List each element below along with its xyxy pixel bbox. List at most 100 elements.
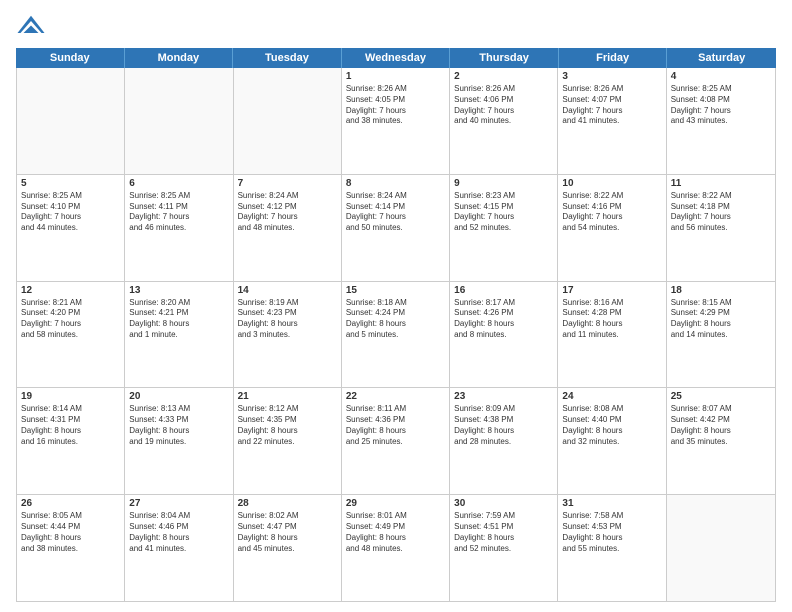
day-number: 10 [562, 178, 661, 189]
calendar-day-20: 20 Sunrise: 8:13 AM Sunset: 4:33 PM Dayli… [125, 388, 233, 494]
weekday-header-thursday: Thursday [450, 48, 559, 68]
calendar-day-4: 4Sunrise: 8:25 AM Sunset: 4:08 PM Daylig… [667, 68, 775, 174]
day-info: Sunrise: 8:07 AM Sunset: 4:42 PM Dayligh… [671, 404, 771, 447]
day-info: Sunrise: 8:04 AM Sunset: 4:46 PM Dayligh… [129, 511, 228, 554]
day-info: Sunrise: 8:16 AM Sunset: 4:28 PM Dayligh… [562, 298, 661, 341]
weekday-header-wednesday: Wednesday [342, 48, 451, 68]
day-number: 9 [454, 178, 553, 189]
day-info: Sunrise: 7:59 AM Sunset: 4:51 PM Dayligh… [454, 511, 553, 554]
day-info: Sunrise: 8:17 AM Sunset: 4:26 PM Dayligh… [454, 298, 553, 341]
weekday-header-monday: Monday [125, 48, 234, 68]
calendar-day-14: 14 Sunrise: 8:19 AM Sunset: 4:23 PM Dayli… [234, 282, 342, 388]
calendar-day-8: 8 Sunrise: 8:24 AM Sunset: 4:14 PM Daylig… [342, 175, 450, 281]
day-number: 20 [129, 391, 228, 402]
day-info: Sunrise: 8:20 AM Sunset: 4:21 PM Dayligh… [129, 298, 228, 341]
calendar-body: 1 Sunrise: 8:26 AM Sunset: 4:05 PM Daylig… [16, 68, 776, 602]
calendar-day-10: 10 Sunrise: 8:22 AM Sunset: 4:16 PM Dayli… [558, 175, 666, 281]
weekday-header-tuesday: Tuesday [233, 48, 342, 68]
calendar-day-13: 13 Sunrise: 8:20 AM Sunset: 4:21 PM Dayli… [125, 282, 233, 388]
day-info: Sunrise: 8:24 AM Sunset: 4:12 PM Dayligh… [238, 191, 337, 234]
day-info: Sunrise: 8:15 AM Sunset: 4:29 PM Dayligh… [671, 298, 771, 341]
calendar-empty-cell [667, 495, 775, 601]
calendar-day-22: 22Sunrise: 8:11 AM Sunset: 4:36 PM Dayli… [342, 388, 450, 494]
calendar-day-21: 21 Sunrise: 8:12 AM Sunset: 4:35 PM Dayli… [234, 388, 342, 494]
calendar-day-12: 12Sunrise: 8:21 AM Sunset: 4:20 PM Dayli… [17, 282, 125, 388]
day-info: Sunrise: 8:14 AM Sunset: 4:31 PM Dayligh… [21, 404, 120, 447]
day-info: Sunrise: 8:19 AM Sunset: 4:23 PM Dayligh… [238, 298, 337, 341]
day-number: 31 [562, 498, 661, 509]
weekday-header-saturday: Saturday [667, 48, 776, 68]
calendar-header: SundayMondayTuesdayWednesdayThursdayFrid… [16, 48, 776, 68]
day-info: Sunrise: 8:02 AM Sunset: 4:47 PM Dayligh… [238, 511, 337, 554]
day-info: Sunrise: 8:18 AM Sunset: 4:24 PM Dayligh… [346, 298, 445, 341]
calendar-empty-cell [17, 68, 125, 174]
day-info: Sunrise: 8:12 AM Sunset: 4:35 PM Dayligh… [238, 404, 337, 447]
day-number: 28 [238, 498, 337, 509]
day-info: Sunrise: 8:01 AM Sunset: 4:49 PM Dayligh… [346, 511, 445, 554]
day-number: 21 [238, 391, 337, 402]
weekday-header-friday: Friday [559, 48, 668, 68]
day-info: Sunrise: 8:25 AM Sunset: 4:10 PM Dayligh… [21, 191, 120, 234]
day-number: 7 [238, 178, 337, 189]
day-info: Sunrise: 8:25 AM Sunset: 4:11 PM Dayligh… [129, 191, 228, 234]
day-number: 8 [346, 178, 445, 189]
calendar-day-26: 26 Sunrise: 8:05 AM Sunset: 4:44 PM Dayli… [17, 495, 125, 601]
calendar-day-29: 29 Sunrise: 8:01 AM Sunset: 4:49 PM Dayli… [342, 495, 450, 601]
calendar-day-17: 17 Sunrise: 8:16 AM Sunset: 4:28 PM Dayli… [558, 282, 666, 388]
logo [16, 12, 50, 42]
weekday-header-sunday: Sunday [16, 48, 125, 68]
day-number: 5 [21, 178, 120, 189]
day-number: 19 [21, 391, 120, 402]
day-info: Sunrise: 8:09 AM Sunset: 4:38 PM Dayligh… [454, 404, 553, 447]
day-info: Sunrise: 8:22 AM Sunset: 4:18 PM Dayligh… [671, 191, 771, 234]
calendar-row-1: 5 Sunrise: 8:25 AM Sunset: 4:10 PM Daylig… [17, 175, 775, 282]
day-info: Sunrise: 8:13 AM Sunset: 4:33 PM Dayligh… [129, 404, 228, 447]
day-number: 13 [129, 285, 228, 296]
calendar-day-9: 9Sunrise: 8:23 AM Sunset: 4:15 PM Daylig… [450, 175, 558, 281]
day-info: Sunrise: 8:08 AM Sunset: 4:40 PM Dayligh… [562, 404, 661, 447]
calendar-day-15: 15 Sunrise: 8:18 AM Sunset: 4:24 PM Dayli… [342, 282, 450, 388]
day-number: 26 [21, 498, 120, 509]
day-info: Sunrise: 8:24 AM Sunset: 4:14 PM Dayligh… [346, 191, 445, 234]
calendar-row-4: 26 Sunrise: 8:05 AM Sunset: 4:44 PM Dayli… [17, 495, 775, 601]
calendar-day-24: 24Sunrise: 8:08 AM Sunset: 4:40 PM Dayli… [558, 388, 666, 494]
day-number: 14 [238, 285, 337, 296]
calendar-day-2: 2 Sunrise: 8:26 AM Sunset: 4:06 PM Daylig… [450, 68, 558, 174]
calendar-day-5: 5 Sunrise: 8:25 AM Sunset: 4:10 PM Daylig… [17, 175, 125, 281]
day-info: Sunrise: 8:26 AM Sunset: 4:05 PM Dayligh… [346, 84, 445, 127]
day-info: Sunrise: 8:26 AM Sunset: 4:07 PM Dayligh… [562, 84, 661, 127]
calendar: SundayMondayTuesdayWednesdayThursdayFrid… [16, 48, 776, 602]
calendar-day-28: 28 Sunrise: 8:02 AM Sunset: 4:47 PM Dayli… [234, 495, 342, 601]
day-info: Sunrise: 8:05 AM Sunset: 4:44 PM Dayligh… [21, 511, 120, 554]
calendar-day-19: 19 Sunrise: 8:14 AM Sunset: 4:31 PM Dayli… [17, 388, 125, 494]
day-number: 25 [671, 391, 771, 402]
day-number: 15 [346, 285, 445, 296]
calendar-empty-cell [125, 68, 233, 174]
calendar-row-0: 1 Sunrise: 8:26 AM Sunset: 4:05 PM Daylig… [17, 68, 775, 175]
day-info: Sunrise: 8:26 AM Sunset: 4:06 PM Dayligh… [454, 84, 553, 127]
day-number: 12 [21, 285, 120, 296]
day-number: 17 [562, 285, 661, 296]
calendar-row-3: 19 Sunrise: 8:14 AM Sunset: 4:31 PM Dayli… [17, 388, 775, 495]
day-number: 18 [671, 285, 771, 296]
day-info: Sunrise: 7:58 AM Sunset: 4:53 PM Dayligh… [562, 511, 661, 554]
calendar-day-1: 1 Sunrise: 8:26 AM Sunset: 4:05 PM Daylig… [342, 68, 450, 174]
calendar-day-23: 23Sunrise: 8:09 AM Sunset: 4:38 PM Dayli… [450, 388, 558, 494]
calendar-empty-cell [234, 68, 342, 174]
day-number: 2 [454, 71, 553, 82]
day-info: Sunrise: 8:11 AM Sunset: 4:36 PM Dayligh… [346, 404, 445, 447]
day-number: 29 [346, 498, 445, 509]
top-section [16, 12, 776, 42]
page: SundayMondayTuesdayWednesdayThursdayFrid… [0, 0, 792, 612]
day-number: 4 [671, 71, 771, 82]
calendar-row-2: 12Sunrise: 8:21 AM Sunset: 4:20 PM Dayli… [17, 282, 775, 389]
calendar-day-7: 7 Sunrise: 8:24 AM Sunset: 4:12 PM Daylig… [234, 175, 342, 281]
calendar-day-25: 25 Sunrise: 8:07 AM Sunset: 4:42 PM Dayli… [667, 388, 775, 494]
day-number: 27 [129, 498, 228, 509]
day-number: 16 [454, 285, 553, 296]
day-number: 6 [129, 178, 228, 189]
calendar-day-11: 11Sunrise: 8:22 AM Sunset: 4:18 PM Dayli… [667, 175, 775, 281]
calendar-day-3: 3Sunrise: 8:26 AM Sunset: 4:07 PM Daylig… [558, 68, 666, 174]
day-number: 1 [346, 71, 445, 82]
day-info: Sunrise: 8:22 AM Sunset: 4:16 PM Dayligh… [562, 191, 661, 234]
